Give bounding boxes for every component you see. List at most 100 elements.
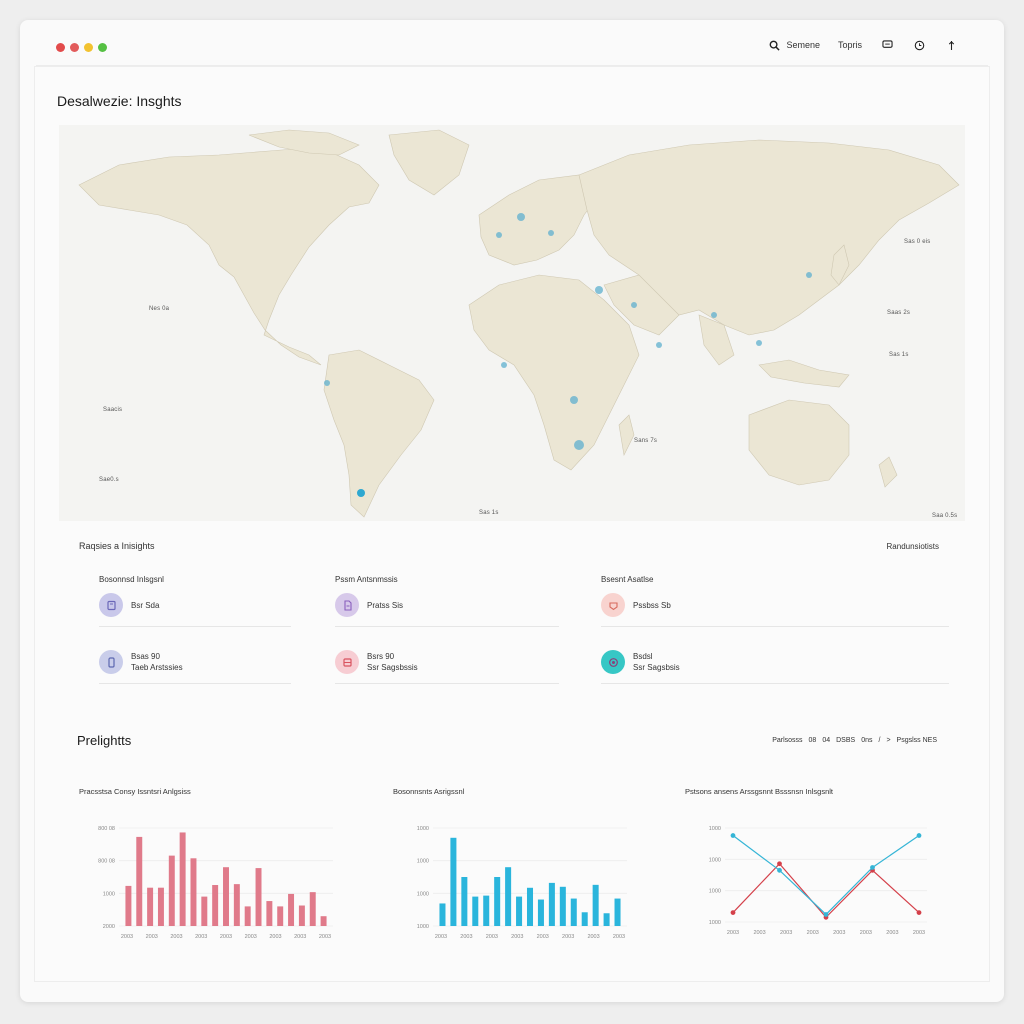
y-tick-label: 1000 — [417, 924, 429, 930]
topics-label: Topris — [837, 40, 862, 50]
pager-item[interactable]: 04 — [822, 737, 830, 744]
world-map[interactable]: Nes 0a Saacis Sae0.s Sas 0 eis Saas 2s S… — [59, 125, 965, 521]
bar[interactable] — [439, 903, 446, 926]
pager-item[interactable]: / — [878, 737, 880, 744]
bar[interactable] — [255, 868, 262, 926]
bar[interactable] — [266, 901, 273, 926]
divider — [99, 683, 291, 684]
pager-item[interactable]: Parlsosss — [772, 737, 802, 744]
minimize-window-button[interactable] — [70, 43, 79, 52]
y-tick-label: 1000 — [103, 891, 115, 897]
bar[interactable] — [516, 896, 523, 926]
insight-card-heading: Bsesnt Asatlse — [601, 575, 654, 584]
pager-item[interactable]: Psgslss NES — [897, 737, 937, 744]
insight-item[interactable]: Pssbss Sb — [601, 592, 949, 618]
zoom-window-button[interactable] — [84, 43, 93, 52]
close-window-button[interactable] — [56, 43, 65, 52]
title-bar: Semene Topris — [36, 30, 988, 66]
x-tick-label: 2003 — [860, 930, 872, 936]
y-tick-label: 1000 — [709, 920, 721, 926]
data-point[interactable] — [777, 861, 782, 867]
bar[interactable] — [526, 887, 534, 926]
data-point[interactable] — [916, 833, 922, 838]
storage-icon — [335, 650, 359, 674]
bar[interactable] — [559, 886, 566, 926]
bar[interactable] — [125, 885, 132, 926]
bar[interactable] — [505, 867, 512, 926]
bar[interactable] — [603, 913, 610, 926]
data-point[interactable] — [777, 867, 782, 873]
insight-item-text: Pssbss Sb — [633, 600, 671, 611]
search-button[interactable]: Semene — [767, 38, 820, 52]
insight-item[interactable]: Bsrs 90 Ssr Sagsbssis — [335, 649, 559, 675]
bar[interactable] — [233, 884, 240, 926]
bar[interactable] — [570, 898, 577, 926]
bar[interactable] — [548, 882, 555, 926]
y-tick-label: 1000 — [417, 826, 429, 832]
bar[interactable] — [581, 912, 588, 926]
data-point[interactable] — [916, 910, 922, 915]
bar[interactable] — [592, 884, 599, 926]
bar[interactable] — [223, 867, 229, 926]
bar[interactable] — [168, 855, 175, 926]
bar[interactable] — [450, 837, 457, 926]
pager-item[interactable]: > — [886, 737, 890, 744]
predictions-title: Prelightts — [77, 733, 132, 748]
bar[interactable] — [136, 836, 143, 926]
regional-right-label[interactable]: Randunsiotists — [887, 542, 939, 551]
bar[interactable] — [320, 916, 327, 926]
x-tick-label: 2003 — [170, 934, 182, 940]
insight-card-heading: Pssm Antsnmssis — [335, 575, 398, 584]
more-icon[interactable] — [944, 38, 958, 52]
data-point[interactable] — [730, 910, 736, 915]
bar[interactable] — [298, 905, 305, 926]
bar[interactable] — [179, 832, 186, 926]
pager-item[interactable]: 08 — [809, 737, 817, 744]
bar[interactable] — [461, 877, 468, 926]
bar[interactable] — [201, 896, 208, 926]
bar[interactable] — [472, 896, 479, 926]
insight-item-line: Pratss Sis — [367, 600, 404, 610]
data-point[interactable] — [823, 912, 829, 917]
insight-item[interactable]: Bsas 90 Taeb Arstssies — [99, 649, 291, 675]
x-tick-label: 2003 — [220, 934, 232, 940]
bar[interactable] — [244, 906, 251, 926]
bar[interactable] — [494, 877, 501, 926]
bar[interactable] — [157, 887, 164, 926]
bar[interactable] — [212, 885, 219, 926]
data-point[interactable] — [870, 865, 875, 870]
bar[interactable] — [537, 899, 544, 926]
bar[interactable] — [277, 906, 284, 926]
extra-window-button[interactable] — [98, 43, 107, 52]
map-label: Nes 0a — [149, 306, 170, 312]
insight-item[interactable]: Bsr Sda — [99, 592, 291, 618]
y-tick-label: 1000 — [709, 857, 721, 863]
insight-item-text: Pratss Sis — [367, 600, 403, 611]
insight-item-line: Bsrs 90 — [367, 652, 395, 661]
data-point[interactable] — [730, 833, 736, 838]
insight-item[interactable]: Pratss Sis — [335, 592, 559, 618]
bar[interactable] — [147, 887, 154, 926]
insight-item[interactable]: Bsdsl Ssr Sagsbsis — [601, 649, 949, 675]
x-tick-label: 2003 — [913, 930, 925, 936]
bar-chart-2: 1000 1000 1000 1000 2003 2003 2003 2003 2003 2003… — [417, 826, 627, 940]
x-tick-label: 2003 — [195, 934, 207, 940]
clock-icon[interactable] — [912, 38, 926, 52]
x-tick-label: 2003 — [780, 930, 792, 936]
page-title: Desalwezie: Insghts — [57, 93, 182, 109]
bar[interactable] — [190, 858, 197, 926]
y-tick-label: 1000 — [709, 889, 721, 895]
regional-section-title: Raqsies a Inisights — [79, 541, 155, 551]
bar[interactable] — [614, 898, 621, 926]
bar[interactable] — [288, 893, 295, 926]
insight-item-text: Bsrs 90 Ssr Sagsbssis — [367, 651, 418, 673]
x-tick-label: 2003 — [833, 930, 845, 936]
divider — [601, 626, 949, 627]
bar[interactable] — [309, 892, 316, 926]
topics-link[interactable]: Topris — [838, 40, 862, 50]
pager-item[interactable]: DSBS — [836, 737, 855, 744]
pager-item[interactable]: 0ns — [861, 737, 872, 744]
map-label: Saa 0.5s — [932, 513, 958, 519]
chat-icon[interactable] — [880, 38, 894, 52]
bar[interactable] — [483, 895, 490, 926]
